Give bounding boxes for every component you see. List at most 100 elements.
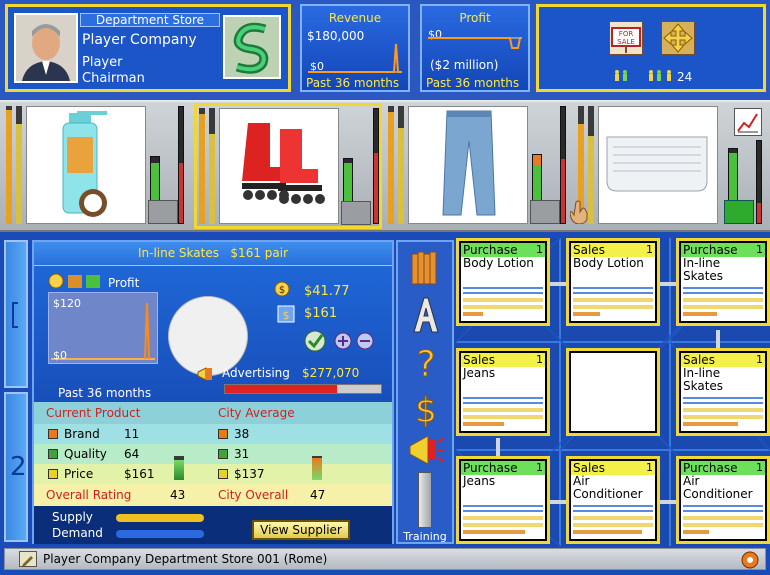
edit-name-button[interactable] — [19, 551, 37, 567]
side-tools: ? $ Training — [396, 240, 454, 544]
profit-panel[interactable]: Profit $0 ($2 million) Past 36 months — [420, 4, 530, 92]
profit-icons — [48, 272, 104, 290]
slot-stock-box — [341, 201, 371, 225]
svg-text:SALE: SALE — [617, 38, 635, 46]
shelf-slot-air-conditioner[interactable] — [569, 104, 766, 228]
unit-cell-body: Purchase 1 Air Conditioner — [679, 459, 767, 541]
unit-cell-body: Purchase 1 In-line Skates — [679, 241, 767, 323]
training-meter[interactable] — [418, 472, 432, 528]
for-sale-sign-icon: FOR SALE — [611, 27, 641, 53]
move-button[interactable] — [661, 21, 695, 55]
unit-bar-3 — [463, 408, 543, 412]
books-icon — [411, 251, 437, 285]
cost-coin-icon: $ — [274, 280, 296, 298]
unit-bar-1 — [683, 505, 763, 507]
profit-period: Past 36 months — [426, 76, 520, 90]
advertising-button[interactable] — [406, 432, 446, 468]
unit-bar-4 — [683, 415, 763, 419]
slot-meter-right — [560, 106, 566, 224]
side-tab-1[interactable] — [4, 240, 28, 388]
city-rating-meter — [312, 456, 322, 480]
overall-row: Overall Rating 43 City Overall 47 — [34, 484, 392, 506]
unit-price: $161 — [304, 306, 338, 321]
unit-cell[interactable]: Sales 1 Body Lotion — [566, 238, 660, 326]
supply-demand-area: Supply Demand View Supplier — [34, 506, 392, 544]
profit-chart-bottom: $0 — [53, 349, 67, 362]
unit-cell-body: Sales 1 In-line Skates — [679, 351, 767, 433]
catalog-button[interactable] — [410, 248, 442, 288]
unit-bar-3 — [573, 298, 653, 302]
unit-cell-body: Sales 1 Body Lotion — [569, 241, 657, 323]
chart-toggle-button[interactable] — [734, 108, 762, 136]
slot-meter-left-2 — [209, 108, 215, 224]
revenue-top-value: $180,000 — [307, 29, 365, 43]
shelf-slot-body-lotion[interactable] — [4, 104, 188, 228]
avatar[interactable] — [14, 13, 78, 83]
profit-sparkline — [428, 37, 522, 49]
unit-bar-5 — [573, 312, 600, 316]
slot-meter-left-2 — [16, 106, 22, 224]
unit-product: Jeans — [463, 366, 496, 380]
unit-cell[interactable]: Sales 1 In-line Skates — [676, 348, 770, 436]
demand-bar — [116, 530, 204, 538]
unit-bar-3 — [683, 516, 763, 520]
increase-price-button[interactable] — [334, 332, 352, 350]
profit-label: Profit — [108, 276, 140, 290]
slot-meter-green — [343, 158, 353, 206]
unit-product: Air Conditioner — [683, 474, 753, 501]
slot-stock-box — [148, 200, 178, 224]
profit-chart[interactable]: $120 $0 — [48, 292, 158, 364]
shelf-slot-jeans[interactable] — [386, 104, 570, 228]
company-logo[interactable] — [223, 15, 281, 79]
decrease-price-button[interactable] — [356, 332, 374, 350]
unit-bar-2 — [683, 510, 763, 512]
unit-cell-header: Sales 1 — [571, 461, 655, 475]
unit-cell[interactable]: Purchase 1 In-line Skates — [676, 238, 770, 326]
row-label: Price — [64, 467, 94, 481]
attributes-button[interactable] — [410, 296, 442, 334]
revenue-panel[interactable]: Revenue $180,000 $0 Past 36 months — [300, 4, 410, 92]
product-image-in-line-skates — [219, 108, 339, 224]
view-supplier-button[interactable]: View Supplier — [252, 520, 350, 540]
svg-text:$: $ — [415, 391, 437, 428]
unit-cell[interactable]: Sales 1 Air Conditioner — [566, 456, 660, 544]
confirm-price-button[interactable] — [304, 330, 326, 352]
unit-type: Purchase — [463, 243, 518, 257]
help-button[interactable]: ? — [410, 342, 442, 386]
slot-meter-left-2 — [398, 106, 404, 224]
unit-cell[interactable]: Purchase 1 Jeans — [456, 456, 550, 544]
unit-bar-1 — [683, 397, 763, 399]
close-view-button[interactable] — [741, 551, 759, 569]
for-sale-sign-button[interactable]: FOR SALE — [609, 21, 643, 55]
svg-text:$: $ — [279, 285, 285, 296]
unit-cell[interactable]: Purchase 1 Body Lotion — [456, 238, 550, 326]
unit-cell[interactable]: Sales 1 Jeans — [456, 348, 550, 436]
letter-a-icon — [413, 297, 439, 333]
unit-cell-body — [569, 351, 657, 433]
unit-type: Purchase — [683, 243, 738, 257]
unit-cell-header: Purchase 1 — [461, 461, 545, 475]
unit-cell[interactable]: Purchase 1 Air Conditioner — [676, 456, 770, 544]
pencil-icon — [22, 556, 33, 566]
svg-text:$: $ — [283, 309, 290, 322]
status-text: Player Company Department Store 001 (Rom… — [43, 552, 328, 566]
avatar-portrait-icon — [16, 15, 76, 81]
city-swatch — [218, 429, 228, 439]
unit-level: 1 — [536, 461, 543, 474]
unit-cell-header: Sales 1 — [461, 353, 545, 367]
empty-unit-cell[interactable] — [566, 348, 660, 436]
comparison-row: Brand 11 38 — [34, 424, 392, 444]
unit-type: Sales — [683, 353, 715, 367]
status-bar: Player Company Department Store 001 (Rom… — [4, 548, 766, 570]
demand-label: Demand — [52, 526, 103, 540]
slot-stock-box — [530, 200, 560, 224]
supply-bar — [116, 514, 204, 522]
slot-meter-green — [532, 154, 542, 204]
finance-button[interactable]: $ — [410, 388, 442, 432]
dollar-sign-icon: $ — [415, 391, 438, 432]
unit-bar-5 — [683, 422, 738, 426]
side-tab-2[interactable]: 2 — [4, 392, 28, 542]
game-screen: Department Store Player Company Player C… — [0, 0, 770, 575]
advertising-slider[interactable] — [224, 384, 382, 394]
shelf-slot-in-line-skates[interactable] — [194, 103, 382, 229]
